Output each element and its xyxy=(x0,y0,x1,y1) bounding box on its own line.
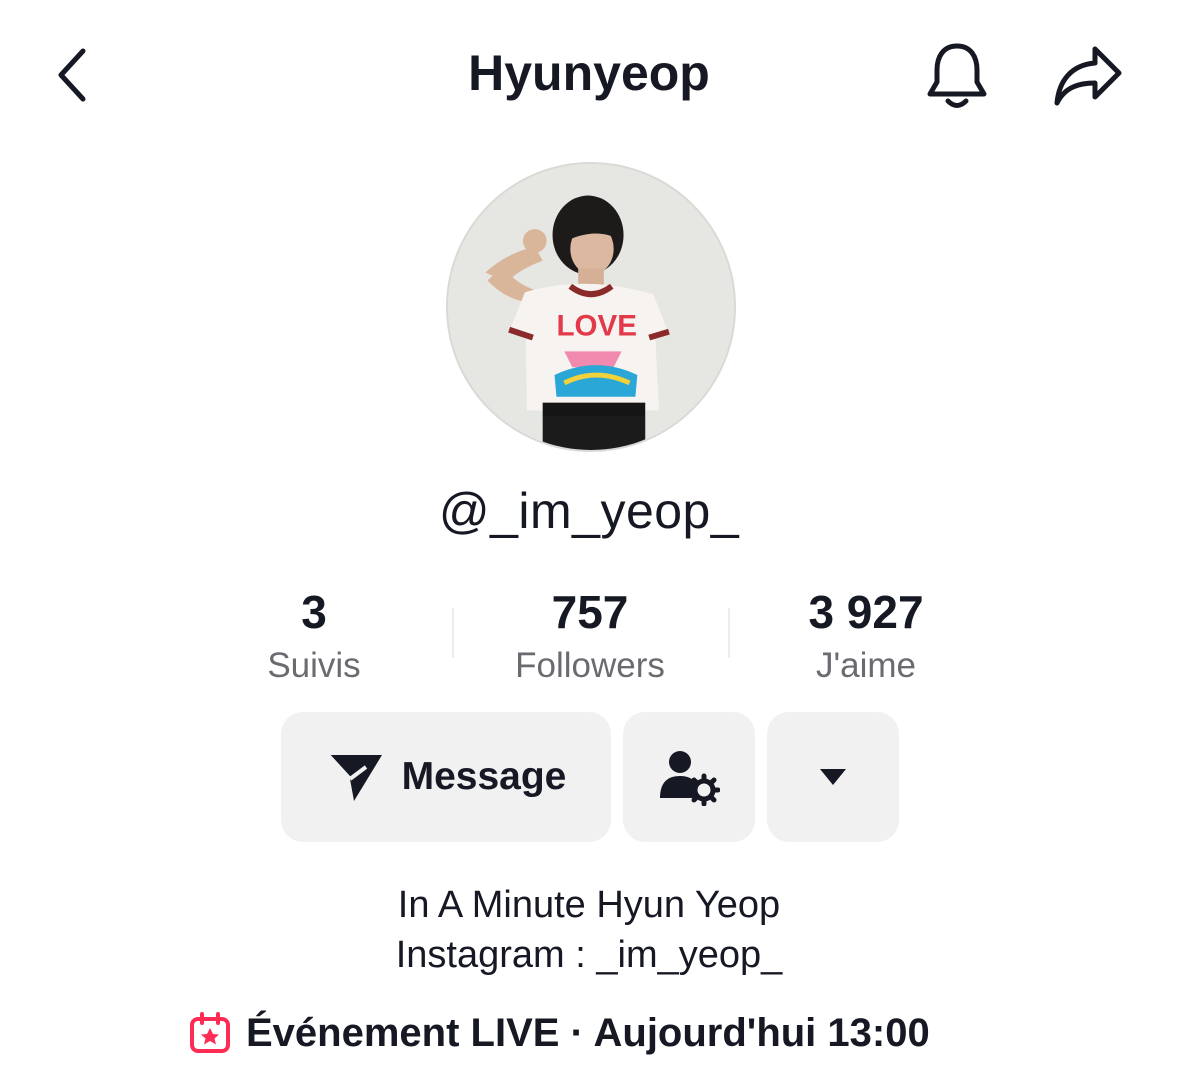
message-button-label: Message xyxy=(401,755,567,798)
notification-button[interactable] xyxy=(920,36,994,116)
bio-line-1: In A Minute Hyun Yeop xyxy=(397,884,781,926)
share-arrow-icon xyxy=(1054,46,1122,106)
stat-likes-label: J'aime xyxy=(815,646,917,685)
svg-text:LOVE: LOVE xyxy=(556,310,637,343)
calendar-star-icon xyxy=(190,1012,230,1053)
share-button[interactable] xyxy=(1046,36,1130,116)
stat-likes-value: 3 927 xyxy=(808,586,924,638)
username: @_im_yeop_ xyxy=(438,483,740,539)
stat-followers[interactable]: 757 Followers xyxy=(470,584,710,690)
message-button[interactable]: Message xyxy=(281,712,611,842)
bio-line-2: Instagram : _im_yeop_ xyxy=(395,934,783,976)
profile-photo: LOVE xyxy=(448,164,734,450)
stat-following-value: 3 xyxy=(301,586,327,638)
profile-page: Hyunyeop LOVE @_im_yeop_ 3 Suivis 757 Fo… xyxy=(0,0,1178,1080)
more-options-button[interactable] xyxy=(767,712,899,842)
page-title: Hyunyeop xyxy=(468,45,710,101)
stat-following-label: Suivis xyxy=(267,646,361,685)
caret-down-icon xyxy=(820,769,846,785)
stat-following[interactable]: 3 Suivis xyxy=(194,584,434,690)
send-icon xyxy=(326,753,382,801)
live-event-link[interactable]: Événement LIVE · Aujourd'hui 13:00 xyxy=(188,1006,930,1060)
live-event-text: Événement LIVE · Aujourd'hui 13:00 xyxy=(246,1010,930,1055)
stat-followers-label: Followers xyxy=(515,646,665,685)
stat-divider xyxy=(728,608,730,658)
user-settings-icon xyxy=(660,751,720,806)
avatar[interactable]: LOVE xyxy=(446,162,736,452)
stat-followers-value: 757 xyxy=(551,586,629,638)
stat-divider xyxy=(452,608,454,658)
stat-likes[interactable]: 3 927 J'aime xyxy=(746,584,986,690)
user-settings-button[interactable] xyxy=(623,712,755,842)
bell-icon xyxy=(927,43,987,108)
